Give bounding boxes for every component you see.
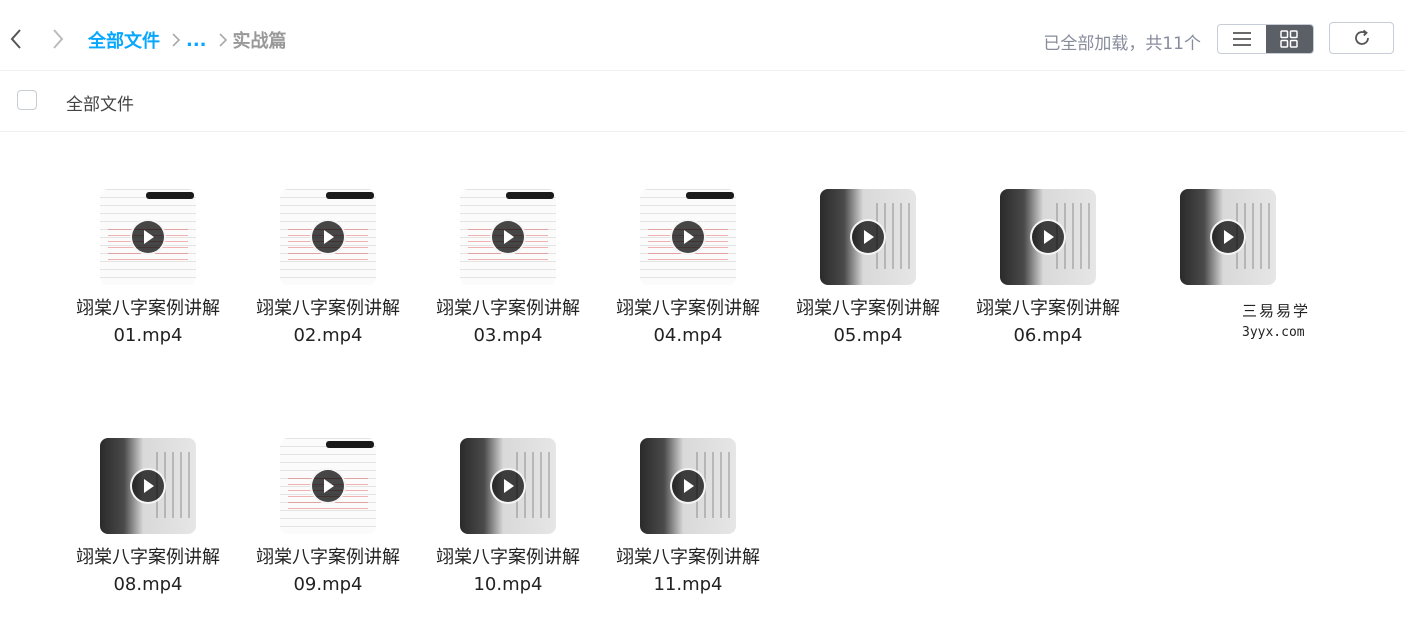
file-thumbnail	[280, 438, 376, 534]
refresh-icon	[1354, 29, 1369, 45]
chevron-right-icon	[53, 29, 64, 49]
play-icon	[310, 219, 346, 255]
file-thumbnail	[1180, 189, 1276, 285]
play-icon	[130, 468, 166, 504]
grid-icon	[1280, 30, 1298, 48]
file-name: 翊棠八字案例讲解04.mp4	[616, 298, 760, 346]
play-icon	[850, 219, 886, 255]
breadcrumb-ellipsis[interactable]: ...	[186, 30, 207, 51]
file-thumbnail	[460, 438, 556, 534]
file-thumbnail	[280, 189, 376, 285]
play-icon	[1210, 219, 1246, 255]
load-status: 已全部加载，共11个	[1043, 34, 1201, 54]
thumbnail-banner	[146, 192, 194, 199]
file-name: 翊棠八字案例讲解05.mp4	[796, 298, 940, 346]
thumbnail-banner	[326, 192, 374, 199]
file-name: 翊棠八字案例讲解10.mp4	[436, 547, 580, 595]
file-thumbnail	[640, 438, 736, 534]
file-item[interactable]: 翊棠八字案例讲解02.mp4	[240, 189, 416, 349]
thumbnail-banner	[506, 192, 554, 199]
breadcrumb: 全部文件 ... 实战篇	[88, 26, 287, 54]
play-icon	[490, 468, 526, 504]
play-icon	[310, 468, 346, 504]
file-name: 翊棠八字案例讲解01.mp4	[76, 298, 220, 346]
file-name: 翊棠八字案例讲解11.mp4	[616, 547, 760, 595]
file-name: 翊棠八字案例讲解09.mp4	[256, 547, 400, 595]
file-item[interactable]: 翊棠八字案例讲解10.mp4	[420, 438, 596, 598]
select-all-checkbox[interactable]	[17, 90, 37, 110]
view-toggle	[1217, 24, 1314, 54]
refresh-button[interactable]	[1329, 22, 1394, 54]
watermark-en: 3yyx.com	[1242, 325, 1305, 340]
grid-view-button[interactable]	[1265, 25, 1313, 53]
play-icon	[670, 468, 706, 504]
file-thumbnail	[100, 189, 196, 285]
file-thumbnail	[100, 438, 196, 534]
forward-button[interactable]	[46, 26, 70, 52]
thumbnail-banner	[326, 441, 374, 448]
file-item[interactable]: 翊棠八字案例讲解09.mp4	[240, 438, 416, 598]
file-name: 翊棠八字案例讲解08.mp4	[76, 547, 220, 595]
list-icon	[1232, 32, 1251, 46]
file-item[interactable]: 翊棠八字案例讲解08.mp4	[60, 438, 236, 598]
file-thumbnail	[460, 189, 556, 285]
play-icon	[490, 219, 526, 255]
file-item[interactable]: 翊棠八字案例讲解11.mp4	[600, 438, 776, 598]
thumbnail-banner	[686, 192, 734, 199]
breadcrumb-current: 实战篇	[232, 31, 287, 52]
top-toolbar: 全部文件 ... 实战篇 已全部加载，共11个	[0, 0, 1405, 71]
play-icon	[130, 219, 166, 255]
chevron-right-icon	[172, 33, 180, 47]
file-name: 翊棠八字案例讲解03.mp4	[436, 298, 580, 346]
file-item[interactable]: 翊棠八字案例讲解03.mp4	[420, 189, 596, 349]
file-thumbnail	[1000, 189, 1096, 285]
breadcrumb-root[interactable]: 全部文件	[88, 27, 160, 53]
play-icon	[1030, 219, 1066, 255]
file-thumbnail	[820, 189, 916, 285]
selection-bar: 全部文件	[0, 71, 1405, 132]
play-icon	[670, 219, 706, 255]
file-thumbnail	[640, 189, 736, 285]
list-view-button[interactable]	[1218, 25, 1266, 53]
watermark: 三易易学 3yyx.com	[1242, 300, 1317, 340]
file-item[interactable]: 翊棠八字案例讲解04.mp4	[600, 189, 776, 349]
file-name: 翊棠八字案例讲解06.mp4	[976, 298, 1120, 346]
chevron-left-icon	[10, 29, 21, 49]
watermark-cn: 三易易学	[1242, 302, 1311, 320]
select-all-label: 全部文件	[66, 95, 134, 115]
file-grid: 翊棠八字案例讲解01.mp4 翊棠八字案例讲解02.mp4 翊棠八字案例讲解03.m…	[0, 132, 1405, 644]
file-item[interactable]	[1140, 189, 1316, 295]
file-item[interactable]: 翊棠八字案例讲解06.mp4	[960, 189, 1136, 349]
back-button[interactable]	[4, 26, 28, 52]
file-name: 翊棠八字案例讲解02.mp4	[256, 298, 400, 346]
file-item[interactable]: 翊棠八字案例讲解01.mp4	[60, 189, 236, 349]
file-item[interactable]: 翊棠八字案例讲解05.mp4	[780, 189, 956, 349]
chevron-right-icon	[218, 33, 227, 47]
